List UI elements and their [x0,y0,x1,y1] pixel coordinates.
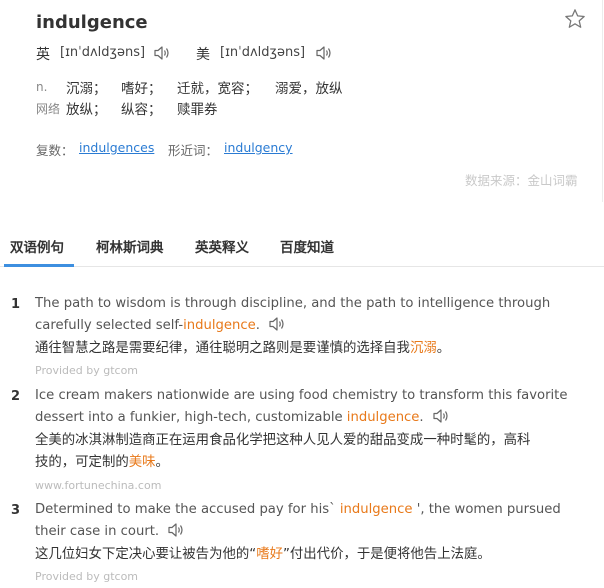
form-plural-label: 复数： [36,143,74,158]
tab-baidu-zhidao[interactable]: 百度知道 [280,236,334,256]
text: Determined to make the accused pay for h… [35,502,340,517]
text: dessert into a funkier, high-tech, custo… [35,410,347,425]
text: 通往智慧之路是需要纪律，通往聪明之路则是要谨慎的选择自我 [35,341,410,356]
highlight-word: 嗜好 [256,547,283,562]
example-english-line: their case in court. [35,521,580,543]
phonetic-us-label: 美 [196,47,210,63]
example-english-line: dessert into a funkier, high-tech, custo… [35,407,580,429]
meaning: 嗜好； [121,81,162,97]
tab-bilingual-examples[interactable]: 双语例句 [10,236,64,256]
tab-collins[interactable]: 柯林斯词典 [96,236,164,256]
speaker-icon[interactable] [153,45,171,61]
text: ”付出代价，于是便将他告上法庭。 [282,547,491,562]
phonetic-uk-label: 英 [36,47,50,63]
example-chinese: 全美的冰淇淋制造商正在运用食品化学把这种人见人爱的甜品变成一种时髦的，高科 技的… [35,430,580,474]
speaker-icon[interactable] [432,408,450,424]
text: ', the women pursued [412,502,561,517]
active-tab-indicator [4,264,74,267]
phonetic-us: [ɪnˈdʌldʒəns] [220,45,306,60]
highlight-word: 沉溺 [409,341,437,356]
meaning: 放纵； [66,102,107,118]
meaning: 迁就，宽容； [177,81,258,97]
example-english-line: The path to wisdom is through discipline… [35,296,551,311]
star-icon[interactable] [564,8,586,30]
pos-noun: n. [36,80,48,94]
example-english-line: Ice cream makers nationwide are using fo… [35,388,568,403]
speaker-icon[interactable] [268,316,286,332]
example-number: 3 [11,503,21,518]
form-plural-link[interactable]: indulgences [79,140,154,155]
example-provider: Provided by gtcom [35,364,139,377]
example-chinese-line: 全美的冰淇淋制造商正在运用食品化学把这种人见人爱的甜品变成一种时髦的，高科 [35,433,531,448]
highlight-word: indulgence [339,502,413,517]
form-similar-label: 形近词： [168,143,219,158]
example-english-line: carefully selected self-indulgence. [35,315,580,337]
text: carefully selected self- [35,318,184,333]
example-english-line: Determined to make the accused pay for h… [35,499,580,521]
text: 。 [155,455,169,470]
example-chinese: 通往智慧之路是需要纪律，通往聪明之路则是要谨慎的选择自我沉溺。 [35,338,580,360]
highlight-word: indulgence [346,410,420,425]
speaker-icon[interactable] [167,522,185,538]
example-provider[interactable]: www.fortunechina.com [35,479,161,492]
example-provider: Provided by gtcom [35,570,139,583]
text: . [255,318,260,333]
example-chinese-line: 技的，可定制的美味。 [35,452,580,474]
highlight-word: 美味 [128,455,156,470]
example-number: 1 [11,297,21,312]
example-english: Determined to make the accused pay for h… [35,499,580,543]
example-chinese: 这几位妇女下定决心要让被告为他的“嗜好”付出代价，于是便将他告上法庭。 [35,544,580,566]
phonetic-uk: [ɪnˈdʌldʒəns] [60,45,146,60]
meaning: 纵容； [121,102,162,118]
text: 技的，可定制的 [35,455,129,470]
text: . [419,410,424,425]
text: 这几位妇女下定决心要让被告为他的“ [35,547,257,562]
example-number: 2 [11,389,21,404]
highlight-word: indulgence [183,318,256,333]
text: their case in court. [35,524,160,539]
text: 。 [436,341,451,356]
tabs-divider [0,266,604,267]
tab-english-definitions[interactable]: 英英释义 [195,236,249,256]
example-english: Ice cream makers nationwide are using fo… [35,385,580,429]
pos-web: 网络 [36,102,61,116]
form-similar-link[interactable]: indulgency [224,140,293,155]
headword: indulgence [36,12,148,33]
speaker-icon[interactable] [315,45,333,61]
meaning: 沉溺； [66,81,107,97]
data-source: 数据来源：金山词霸 [465,173,578,188]
example-english: The path to wisdom is through discipline… [35,293,580,337]
meaning: 赎罪券 [177,102,218,118]
meaning: 溺爱，放纵 [275,81,343,97]
